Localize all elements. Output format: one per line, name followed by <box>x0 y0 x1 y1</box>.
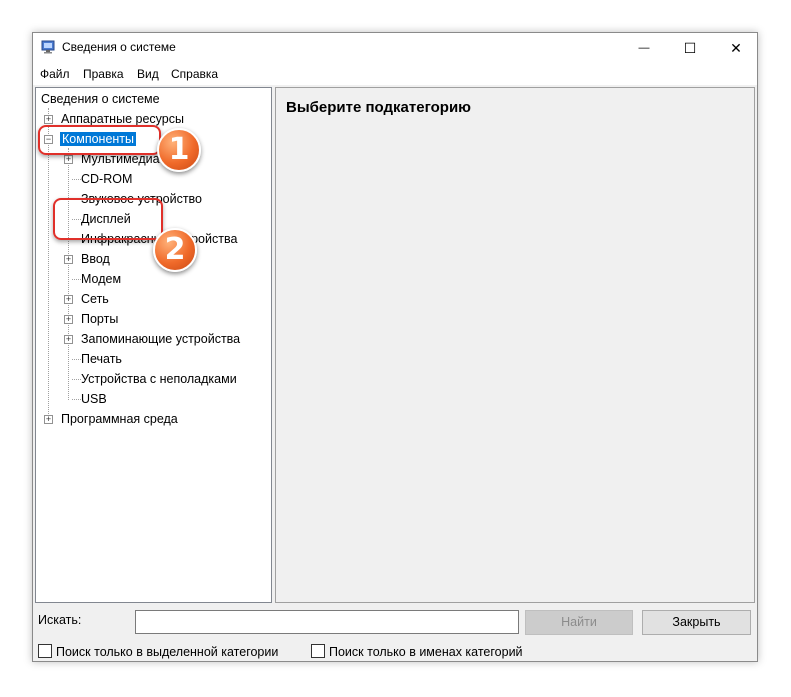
tree-item-storage[interactable]: Запоминающие устройства <box>81 330 240 348</box>
tree-connector <box>68 148 69 400</box>
maximize-button[interactable]: ☐ <box>667 33 713 63</box>
expand-icon[interactable]: + <box>64 315 73 324</box>
tree-item-printing[interactable]: Печать <box>81 350 122 368</box>
tree-item-label: Аппаратные ресурсы <box>61 112 184 126</box>
expand-icon[interactable]: + <box>64 255 73 264</box>
category-tree[interactable]: Сведения о системе + Аппаратные ресурсы … <box>35 87 272 603</box>
tree-connector <box>72 399 81 400</box>
tree-item-software-environment[interactable]: Программная среда <box>61 410 178 428</box>
menu-view[interactable]: Вид <box>137 67 159 81</box>
details-pane: Выберите подкатегорию <box>275 87 755 603</box>
tree-item-label: CD-ROM <box>81 172 133 186</box>
close-window-button[interactable]: ✕ <box>713 33 759 63</box>
annotation-highlight-display <box>53 198 163 240</box>
tree-item-ports[interactable]: Порты <box>81 310 118 328</box>
tree-item-label: Сведения о системе <box>41 92 160 106</box>
tree-item-system-summary[interactable]: Сведения о системе <box>41 90 160 108</box>
tree-connector <box>72 179 81 180</box>
menu-help[interactable]: Справка <box>171 67 218 81</box>
annotation-step-badge-1: 1 <box>157 128 201 172</box>
close-button[interactable]: Закрыть <box>642 610 751 635</box>
tree-item-label: Сеть <box>81 292 109 306</box>
minimize-button[interactable]: — <box>621 33 667 63</box>
expand-icon[interactable]: + <box>64 295 73 304</box>
menu-file[interactable]: Файл <box>40 67 70 81</box>
close-icon: ✕ <box>730 39 742 56</box>
tree-item-label: Запоминающие устройства <box>81 332 241 346</box>
details-placeholder-title: Выберите подкатегорию <box>286 99 471 116</box>
system-info-app-icon <box>41 40 55 54</box>
tree-item-input[interactable]: Ввод <box>81 250 110 268</box>
minimize-icon: — <box>638 42 650 54</box>
tree-item-label: Печать <box>81 352 122 366</box>
maximize-icon: ☐ <box>683 39 697 56</box>
tree-connector <box>72 279 81 280</box>
menu-edit[interactable]: Правка <box>83 67 124 81</box>
tree-item-label: Ввод <box>81 252 110 266</box>
tree-connector <box>72 379 81 380</box>
tree-item-label: Программная среда <box>61 412 178 426</box>
tree-item-cdrom[interactable]: CD-ROM <box>81 170 132 188</box>
window-title: Сведения о системе <box>62 40 176 54</box>
expand-icon[interactable]: + <box>44 115 53 124</box>
search-input[interactable] <box>135 610 519 634</box>
search-category-names-option[interactable]: Поиск только в именах категорий <box>311 644 523 659</box>
tree-item-modem[interactable]: Модем <box>81 270 121 288</box>
menu-bar: Файл Правка Вид Справка <box>33 63 757 85</box>
tree-item-usb[interactable]: USB <box>81 390 107 408</box>
tree-item-label: Модем <box>81 272 122 286</box>
title-bar[interactable]: Сведения о системе — ☐ ✕ <box>33 33 757 63</box>
search-selected-category-option[interactable]: Поиск только в выделенной категории <box>38 644 278 659</box>
find-button[interactable]: Найти <box>525 610 633 635</box>
tree-item-network[interactable]: Сеть <box>81 290 109 308</box>
checkbox-label: Поиск только в именах категорий <box>329 645 523 659</box>
expand-icon[interactable]: + <box>64 335 73 344</box>
checkbox[interactable] <box>311 644 325 658</box>
annotation-highlight-components <box>38 125 161 155</box>
expand-icon[interactable]: + <box>64 155 73 164</box>
tree-item-label: Устройства с неполадками <box>81 372 237 386</box>
tree-item-label: USB <box>81 392 107 406</box>
expand-icon[interactable]: + <box>44 415 53 424</box>
checkbox[interactable] <box>38 644 52 658</box>
annotation-step-badge-2: 2 <box>153 228 197 272</box>
checkbox-label: Поиск только в выделенной категории <box>56 645 279 659</box>
tree-connector <box>72 359 81 360</box>
tree-item-problem-devices[interactable]: Устройства с неполадками <box>81 370 237 388</box>
tree-item-label: Порты <box>81 312 119 326</box>
search-label: Искать: <box>38 613 82 627</box>
